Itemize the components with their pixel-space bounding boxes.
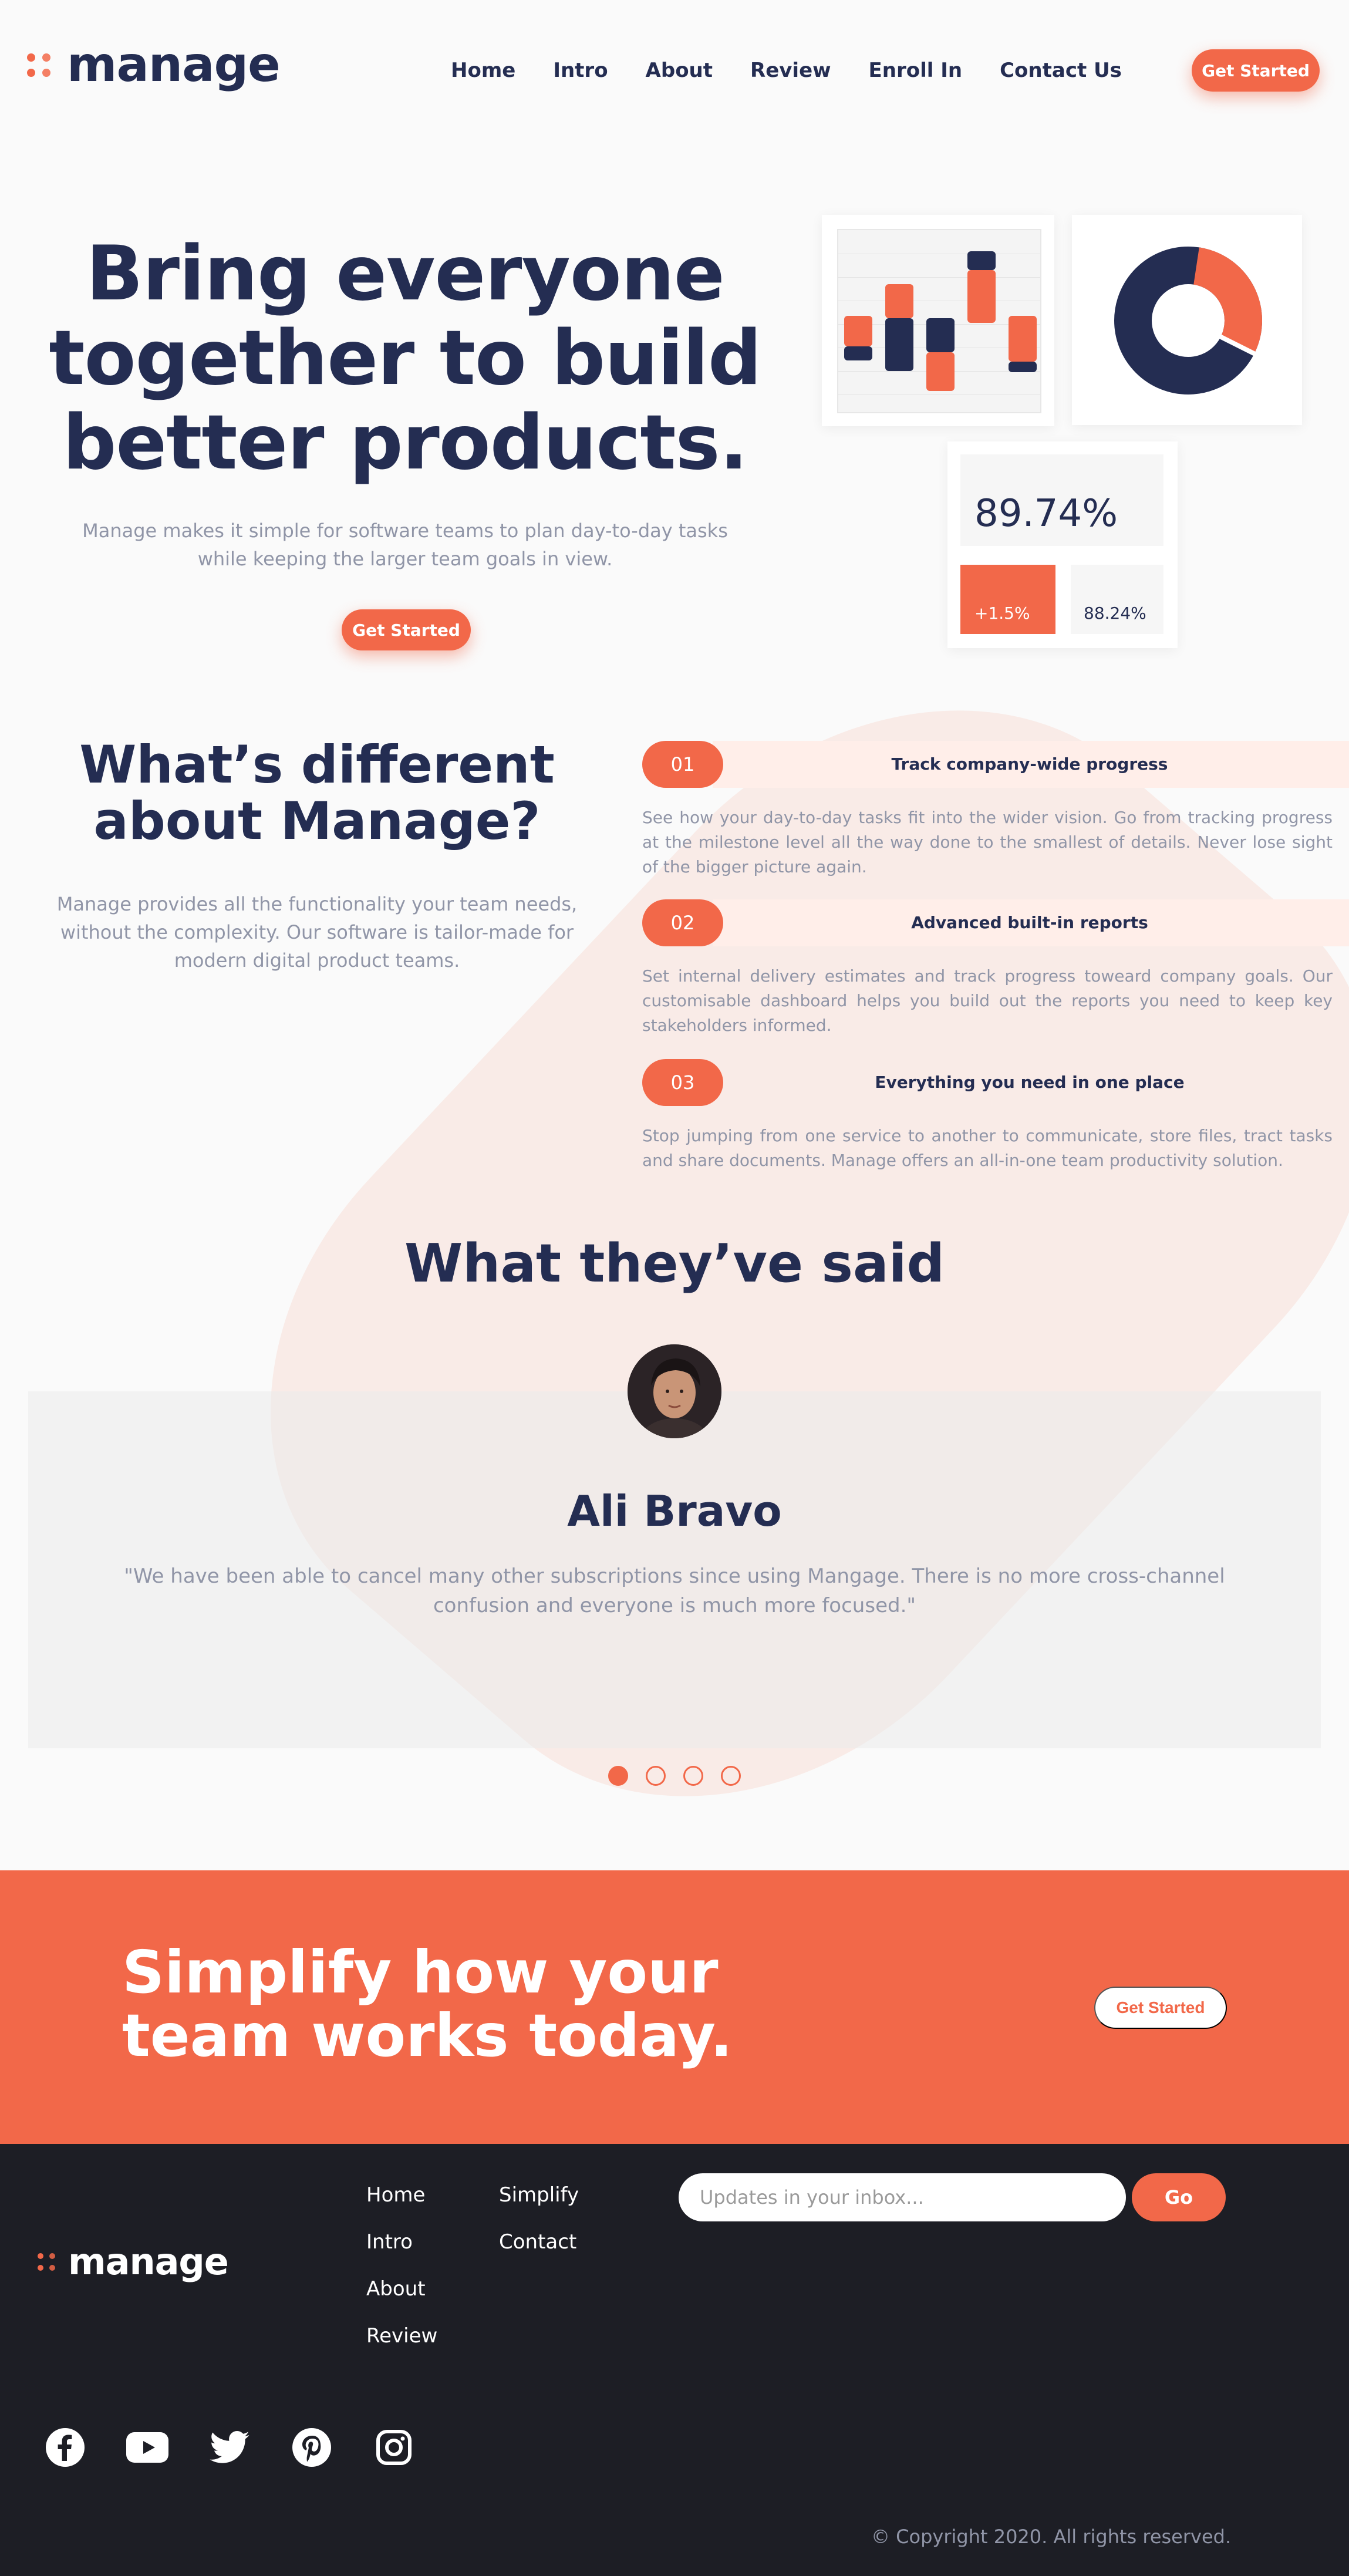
logo-mark: [27, 53, 50, 77]
hero-subtitle: Manage makes it simple for software team…: [82, 520, 728, 570]
footer-link-about[interactable]: About: [366, 2279, 437, 2299]
facebook-icon[interactable]: [43, 2426, 87, 2469]
carousel-dot-3[interactable]: [683, 1766, 703, 1786]
bar-1-accent: [844, 316, 872, 346]
nav-get-started-button[interactable]: Get Started: [1192, 49, 1320, 92]
different-title: What’s different about Manage?: [79, 734, 555, 851]
different-subtitle: Manage provides all the functionality yo…: [56, 893, 578, 972]
donut-accent-segment: [1193, 247, 1262, 354]
footer-logo[interactable]: manage: [38, 2240, 229, 2283]
bar-1-dark: [844, 346, 872, 360]
footer-logo-text: manage: [68, 2240, 229, 2283]
carousel-dot-2[interactable]: [646, 1766, 666, 1786]
hero-get-started-button[interactable]: Get Started: [342, 609, 471, 650]
hero-title: Bring everyone together to build better …: [49, 230, 761, 487]
carousel-dot-1[interactable]: [608, 1766, 628, 1786]
cta-title: Simplify how your team works today.: [122, 1938, 733, 2070]
carousel-dots: [608, 1766, 741, 1786]
footer-link-home[interactable]: Home: [366, 2185, 437, 2205]
footer-link-review[interactable]: Review: [366, 2326, 437, 2346]
bar-chart-area: [837, 229, 1041, 413]
footer-links-col-1: Home Intro About Review: [366, 2185, 437, 2373]
feature-description: Stop jumping from one service to another…: [642, 1126, 1333, 1170]
pinterest-icon[interactable]: [290, 2426, 333, 2469]
feature-number: 01: [642, 741, 723, 788]
nav-link-about[interactable]: About: [646, 59, 713, 82]
cta-band: Simplify how your team works today. Get …: [0, 1870, 1349, 2144]
logo-mark: [38, 2253, 55, 2271]
feature-name: Advanced built-in reports: [911, 913, 1148, 932]
cta-get-started-button[interactable]: Get Started: [1094, 1987, 1227, 2029]
footer-link-simplify[interactable]: Simplify: [499, 2185, 579, 2205]
top-nav: manage Home Intro About Review Enroll In…: [0, 0, 1349, 141]
feature-description: Set internal delivery estimates and trac…: [642, 966, 1333, 1035]
stat-secondary-box: 88.24%: [1071, 565, 1163, 634]
feature-number: 02: [642, 899, 723, 946]
nav-link-contact[interactable]: Contact Us: [1000, 59, 1122, 82]
twitter-icon[interactable]: [208, 2426, 251, 2469]
avatar: [628, 1344, 721, 1438]
nav-link-intro[interactable]: Intro: [553, 59, 608, 82]
bar-2-accent: [885, 284, 913, 318]
footer-link-contact[interactable]: Contact: [499, 2232, 579, 2252]
feature-item: 02 Advanced built-in reports Set interna…: [642, 899, 1349, 1038]
testimonial-quote: "We have been able to cancel many other …: [124, 1565, 1225, 1617]
social-links: [43, 2426, 454, 2469]
feature-name: Track company-wide progress: [891, 754, 1168, 774]
bar-2-dark: [885, 318, 913, 371]
feature-item: 01 Track company-wide progress See how y…: [642, 741, 1349, 879]
bar-5-accent: [1009, 316, 1037, 362]
donut-chart: [1114, 247, 1262, 395]
youtube-icon[interactable]: [126, 2426, 169, 2469]
stats-illustration: 89.74% +1.5% 88.24%: [947, 441, 1178, 648]
feature-number: 03: [642, 1059, 723, 1106]
bar-3-dark: [926, 318, 955, 352]
nav-link-home[interactable]: Home: [451, 59, 515, 82]
stat-change-box: +1.5%: [960, 565, 1055, 634]
testimonials-title: What they’ve said: [404, 1233, 945, 1294]
nav-link-enroll[interactable]: Enroll In: [869, 59, 963, 82]
nav-links: Home Intro About Review Enroll In Contac…: [451, 59, 1159, 82]
logo-text: manage: [67, 37, 281, 93]
bar-4-accent: [967, 270, 996, 323]
feature-description: See how your day-to-day tasks fit into t…: [642, 808, 1333, 876]
footer-links-col-2: Simplify Contact: [499, 2185, 579, 2279]
footer: manage Home Intro About Review Simplify …: [0, 2144, 1349, 2576]
stat-change-value: +1.5%: [974, 603, 1030, 623]
newsletter-go-button[interactable]: Go: [1132, 2173, 1226, 2221]
testimonial-name: Ali Bravo: [567, 1486, 782, 1536]
stat-secondary-value: 88.24%: [1084, 603, 1146, 623]
bar-4-dark: [967, 251, 996, 270]
bar-3-accent: [926, 352, 955, 391]
stat-main-box: 89.74%: [960, 454, 1163, 546]
footer-link-intro[interactable]: Intro: [366, 2232, 437, 2252]
instagram-icon[interactable]: [372, 2426, 416, 2469]
nav-link-review[interactable]: Review: [750, 59, 831, 82]
stat-main-value: 89.74%: [974, 492, 1118, 535]
feature-name: Everything you need in one place: [875, 1073, 1185, 1092]
feature-item: 03 Everything you need in one place Stop…: [642, 1059, 1349, 1173]
newsletter-input[interactable]: Updates in your inbox...: [679, 2173, 1126, 2221]
carousel-dot-4[interactable]: [721, 1766, 741, 1786]
bar-chart-illustration: [822, 215, 1054, 426]
logo[interactable]: manage: [27, 37, 281, 93]
bar-5-dark: [1009, 362, 1037, 372]
donut-chart-illustration: [1072, 215, 1302, 425]
copyright: © Copyright 2020. All rights reserved.: [871, 2526, 1232, 2548]
